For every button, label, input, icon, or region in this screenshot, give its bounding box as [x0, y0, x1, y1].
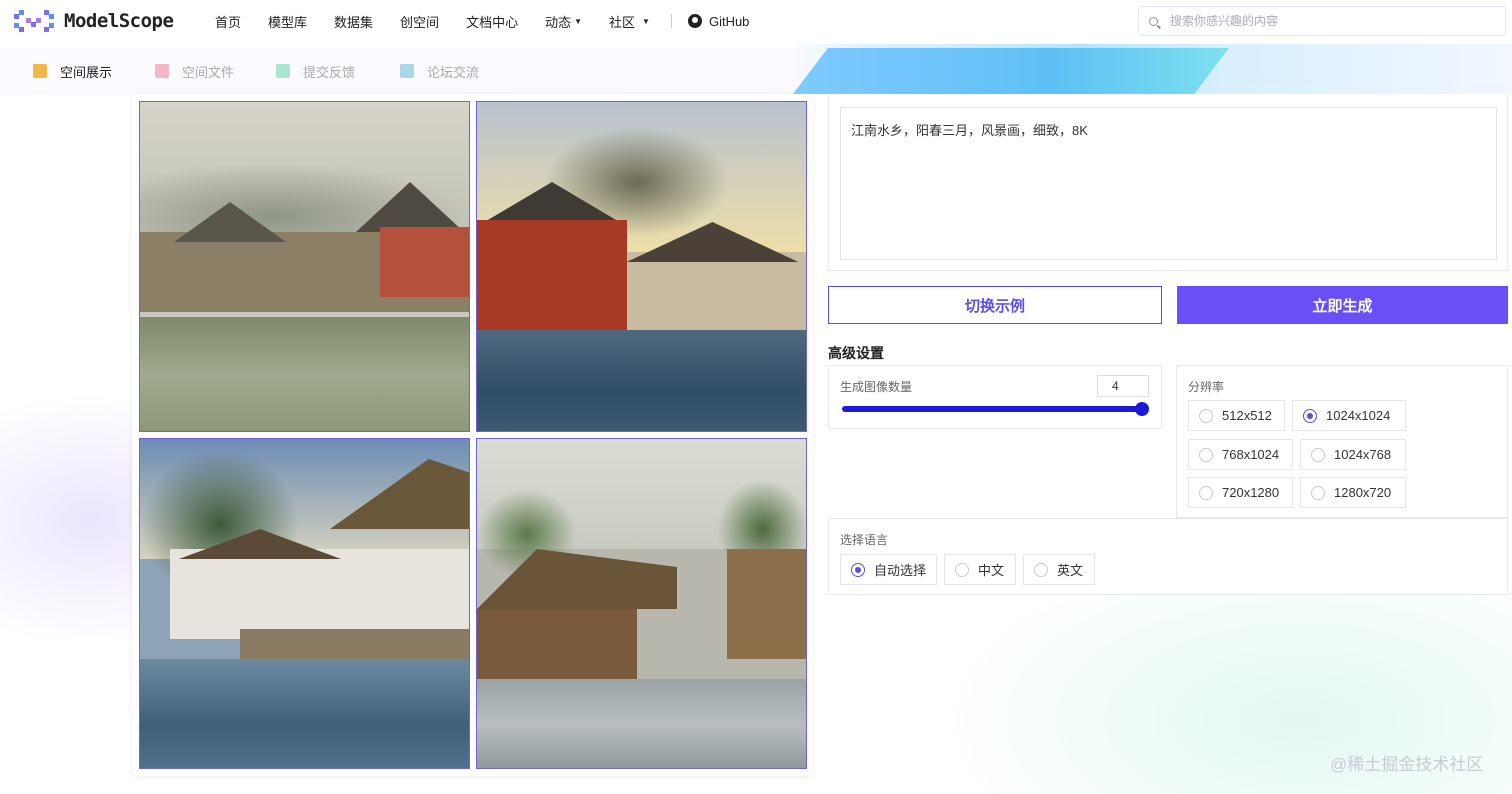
github-icon	[687, 14, 702, 28]
option-label: 中文	[978, 563, 1005, 578]
radio-icon	[1199, 408, 1213, 423]
nav-models[interactable]: 模型库	[268, 12, 307, 31]
book-icon	[155, 64, 170, 78]
option-label: 512x512	[1222, 408, 1272, 423]
nav-news-dropdown[interactable]: 动态 ▼	[545, 12, 582, 31]
nav-news-label: 动态	[545, 14, 572, 30]
radio-icon	[1034, 562, 1048, 577]
generated-image[interactable]	[139, 438, 470, 769]
resolution-option[interactable]: 720x1280	[1188, 477, 1293, 508]
watermark: @稀土掘金技术社区	[1330, 755, 1484, 774]
option-label: 768x1024	[1222, 447, 1280, 462]
resolution-panel: 分辨率 512x512 1024x1024 768x1024 1024x768 …	[1176, 365, 1508, 518]
prompt-panel	[828, 94, 1508, 271]
tab-forum[interactable]: 论坛交流	[400, 62, 479, 81]
chat-icon	[400, 64, 415, 78]
resolution-option[interactable]: 512x512	[1188, 400, 1285, 431]
tab-label: 论坛交流	[427, 64, 480, 80]
nav-studios[interactable]: 创空间	[400, 12, 439, 31]
caret-down-icon: ▼	[574, 16, 583, 26]
main-nav: 首页 模型库 数据集 创空间 文档中心 动态 ▼ 社区 ▼ GitHub	[215, 0, 776, 42]
tab-feedback[interactable]: 提交反馈	[276, 62, 355, 81]
tab-showcase[interactable]: 空间展示	[33, 62, 112, 81]
modelscope-logo[interactable]: ModelScope	[14, 10, 174, 32]
edit-icon	[276, 64, 291, 78]
resolution-option-selected[interactable]: 1024x1024	[1292, 400, 1406, 431]
resolution-label: 分辨率	[1188, 380, 1225, 394]
nav-github-label: GitHub	[708, 13, 750, 29]
radio-icon	[1311, 447, 1325, 462]
tab-files[interactable]: 空间文件	[155, 62, 234, 81]
tab-label: 空间文件	[182, 64, 235, 80]
logo-text: ModelScope	[64, 10, 174, 32]
resolution-option[interactable]: 1024x768	[1300, 439, 1406, 470]
nav-divider	[670, 14, 672, 28]
option-label: 1024x1024	[1326, 408, 1391, 423]
option-label: 自动选择	[874, 563, 927, 578]
radio-icon	[1199, 485, 1213, 500]
header-stripe	[793, 48, 1229, 94]
nav-community-label: 社区	[609, 14, 636, 30]
prompt-input[interactable]	[840, 107, 1497, 260]
tab-label: 空间展示	[60, 64, 113, 80]
nav-home[interactable]: 首页	[215, 12, 241, 31]
top-navigation-bar: ModelScope 首页 模型库 数据集 创空间 文档中心 动态 ▼ 社区 ▼…	[0, 0, 1512, 44]
option-label: 1024x768	[1334, 447, 1392, 462]
nav-datasets[interactable]: 数据集	[334, 12, 373, 31]
radio-icon	[955, 562, 969, 577]
advanced-settings-title: 高级设置	[828, 345, 884, 361]
nav-community-dropdown[interactable]: 社区 ▼	[609, 12, 650, 31]
switch-example-button[interactable]: 切换示例	[828, 286, 1162, 324]
radio-checked-icon	[1303, 408, 1317, 423]
cube-icon	[33, 64, 47, 78]
language-option[interactable]: 英文	[1023, 554, 1095, 585]
generated-image[interactable]	[476, 438, 807, 769]
tab-label: 提交反馈	[303, 64, 356, 80]
language-option-selected[interactable]: 自动选择	[840, 554, 937, 585]
image-gallery	[132, 94, 813, 776]
generate-button[interactable]: 立即生成	[1177, 286, 1508, 324]
option-label: 720x1280	[1222, 485, 1280, 500]
logo-mark-icon	[14, 10, 54, 32]
slider-handle[interactable]	[1135, 402, 1149, 416]
image-count-label: 生成图像数量	[840, 380, 913, 394]
option-label: 1280x720	[1334, 485, 1392, 500]
caret-down-icon: ▼	[642, 16, 650, 26]
radio-checked-icon	[851, 562, 865, 577]
nav-docs[interactable]: 文档中心	[466, 12, 518, 31]
image-count-panel: 生成图像数量	[828, 365, 1162, 429]
radio-icon	[1311, 485, 1325, 500]
language-option[interactable]: 中文	[944, 554, 1016, 585]
search-input[interactable]	[1170, 14, 1470, 28]
generated-image[interactable]	[139, 101, 470, 432]
search-icon	[1149, 16, 1158, 26]
generated-image[interactable]	[476, 101, 807, 432]
nav-github[interactable]: GitHub	[687, 13, 750, 29]
resolution-option[interactable]: 768x1024	[1188, 439, 1293, 470]
search-box[interactable]	[1138, 6, 1506, 36]
image-count-input[interactable]	[1097, 375, 1149, 397]
image-count-slider[interactable]	[842, 406, 1142, 412]
option-label: 英文	[1057, 563, 1084, 578]
language-label: 选择语言	[840, 533, 889, 547]
radio-icon	[1199, 447, 1213, 462]
language-panel: 选择语言 自动选择 中文 英文	[828, 518, 1508, 595]
resolution-option[interactable]: 1280x720	[1300, 477, 1406, 508]
